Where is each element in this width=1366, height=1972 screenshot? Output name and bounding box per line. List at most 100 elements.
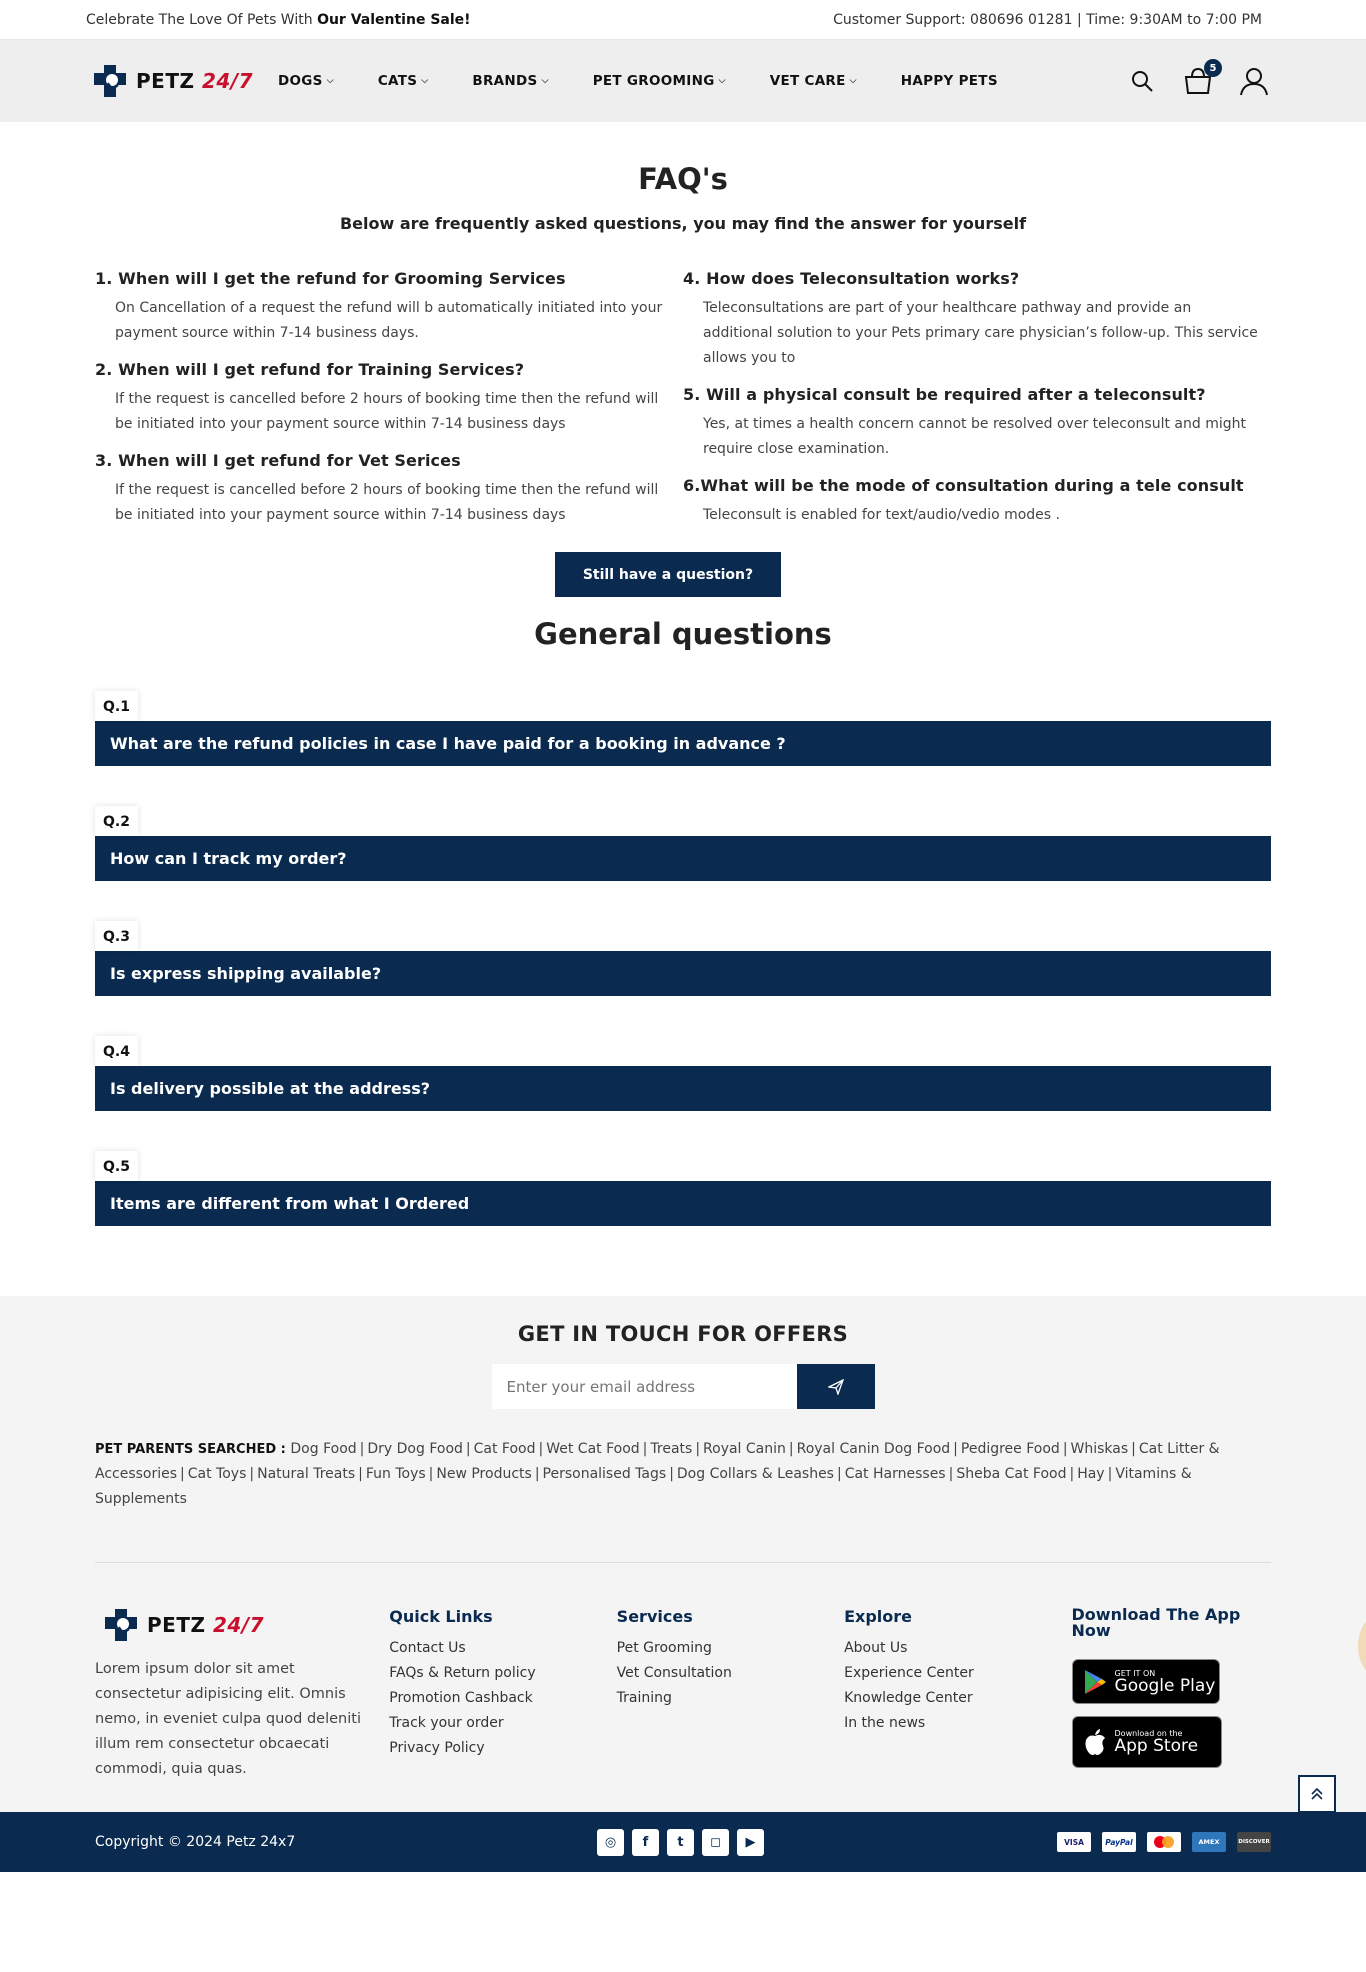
footer-column-title: Services — [616, 1607, 693, 1626]
search-link[interactable]: Cat Harnesses — [845, 1466, 946, 1482]
nav-item-brands[interactable]: BRANDS ⌵ — [472, 73, 548, 89]
question-number: Q.3 — [95, 921, 138, 951]
accordion-header[interactable]: Is delivery possible at the address? — [95, 1066, 1271, 1111]
promo-prefix: Celebrate The Love Of Pets With — [86, 11, 318, 28]
footer-quick-links: Quick Links Contact Us FAQs & Return pol… — [389, 1607, 616, 1782]
logo-accent: 24/7 — [212, 1613, 264, 1637]
faq-question: 6.What will be the mode of consultation … — [683, 476, 1244, 495]
footer-link[interactable]: Experience Center — [844, 1665, 1071, 1681]
faq-column-left: 1. When will I get the refund for Groomi… — [95, 269, 683, 542]
footer-link[interactable]: Pet Grooming — [617, 1640, 844, 1656]
faq-answer: On Cancellation of a request the refund … — [115, 300, 663, 341]
footer-link[interactable]: About Us — [844, 1640, 1071, 1656]
general-questions-title: General questions — [534, 617, 832, 651]
nav-label: VET CARE — [769, 73, 846, 89]
footer-link[interactable]: Track your order — [389, 1715, 616, 1731]
site-header: PETZ 24/7 DOGS ⌵ CATS ⌵ BRANDS ⌵ PET GROOMI… — [0, 40, 1366, 122]
nav-item-cats[interactable]: CATS ⌵ — [378, 73, 429, 89]
promo-text: Celebrate The Love Of Pets With Our Vale… — [86, 12, 471, 28]
search-link[interactable]: Fun Toys — [366, 1466, 426, 1482]
footer-column-title: Quick Links — [389, 1607, 493, 1626]
instagram-icon[interactable]: ◻ — [702, 1828, 729, 1856]
question-number: Q.5 — [95, 1151, 138, 1181]
search-link[interactable]: New Products — [436, 1466, 531, 1482]
search-link[interactable]: Natural Treats — [257, 1466, 355, 1482]
faq-question: 3. When will I get refund for Vet Serice… — [95, 451, 461, 470]
faq-question: 4. How does Teleconsultation works? — [683, 269, 1020, 288]
nav-item-pet-grooming[interactable]: PET GROOMING ⌵ — [593, 73, 726, 89]
main-nav: DOGS ⌵ CATS ⌵ BRANDS ⌵ PET GROOMING ⌵ VET CA… — [278, 73, 1042, 89]
footer-link[interactable]: In the news — [844, 1715, 1071, 1731]
footer-divider — [95, 1562, 1271, 1563]
account-icon[interactable] — [1238, 65, 1270, 97]
faq-answer: If the request is cancelled before 2 hou… — [115, 482, 659, 523]
accordion-header[interactable]: What are the refund policies in case I h… — [95, 721, 1271, 766]
announcement-bar: Celebrate The Love Of Pets With Our Vale… — [0, 0, 1366, 40]
search-link[interactable]: Treats — [650, 1441, 692, 1457]
app-store-button[interactable]: Download on the App Store — [1071, 1716, 1222, 1768]
newsletter-email-input[interactable] — [491, 1364, 797, 1409]
footer-link[interactable]: Contact Us — [389, 1640, 616, 1656]
twitter-icon[interactable]: t — [667, 1828, 694, 1856]
copyright-bar: Copyright © 2024 Petz 24x7 ◎ f t ◻ ▶ VIS… — [0, 1812, 1366, 1872]
search-link[interactable]: Dry Dog Food — [367, 1441, 463, 1457]
footer-logo[interactable]: PETZ 24/7 — [103, 1607, 275, 1643]
promo-highlight: Our Valentine Sale! — [317, 11, 471, 28]
search-link[interactable]: Royal Canin Dog Food — [797, 1441, 951, 1457]
footer-link[interactable]: Knowledge Center — [844, 1690, 1071, 1706]
footer-link[interactable]: Promotion Cashback — [389, 1690, 616, 1706]
search-icon[interactable] — [1126, 65, 1158, 97]
newsletter-submit-button[interactable] — [796, 1364, 875, 1409]
accordion-item: Q.1 What are the refund policies in case… — [95, 691, 1271, 766]
search-link[interactable]: Personalised Tags — [543, 1466, 667, 1482]
logo[interactable]: PETZ 24/7 — [92, 63, 264, 99]
footer-app-download: Download The App Now GET IT ON Google Pla… — [1071, 1605, 1271, 1782]
nav-item-happy-pets[interactable]: HAPPY PETS — [901, 73, 998, 89]
accordion-header[interactable]: Items are different from what I Ordered — [95, 1181, 1271, 1226]
footer-link[interactable]: Training — [617, 1690, 844, 1706]
general-questions-list: Q.1 What are the refund policies in case… — [0, 691, 1366, 1226]
whatsapp-icon[interactable]: ◎ — [597, 1828, 624, 1856]
accordion-item: Q.5 Items are different from what I Orde… — [95, 1151, 1271, 1226]
search-link[interactable]: Wet Cat Food — [546, 1441, 639, 1457]
footer-link[interactable]: Vet Consultation — [617, 1665, 844, 1681]
nav-label: CATS — [377, 73, 418, 89]
send-icon — [827, 1378, 844, 1395]
youtube-icon[interactable]: ▶ — [737, 1828, 764, 1856]
search-link[interactable]: Dog Food — [290, 1441, 356, 1457]
chevron-down-icon: ⌵ — [326, 76, 334, 86]
scroll-to-top-button[interactable] — [1298, 1775, 1336, 1813]
accordion-item: Q.4 Is delivery possible at the address? — [95, 1036, 1271, 1111]
cart-icon[interactable]: 5 — [1182, 59, 1222, 97]
search-link[interactable]: Cat Toys — [188, 1466, 247, 1482]
popular-searches-label: PET PARENTS SEARCHED : — [95, 1442, 291, 1457]
search-link[interactable]: Royal Canin — [703, 1441, 786, 1457]
double-chevron-up-icon — [1311, 1787, 1323, 1800]
nav-item-vet-care[interactable]: VET CARE ⌵ — [770, 73, 857, 89]
search-link[interactable]: Whiskas — [1071, 1441, 1129, 1457]
still-have-question-button[interactable]: Still have a question? — [555, 552, 781, 597]
facebook-icon[interactable]: f — [632, 1828, 659, 1856]
cart-count-badge: 5 — [1204, 59, 1222, 77]
nav-label: HAPPY PETS — [900, 73, 998, 89]
nav-item-dogs[interactable]: DOGS ⌵ — [278, 73, 334, 89]
footer-link[interactable]: Privacy Policy — [389, 1740, 616, 1756]
search-link[interactable]: Hay — [1077, 1466, 1104, 1482]
accordion-header[interactable]: Is express shipping available? — [95, 951, 1271, 996]
search-link[interactable]: Sheba Cat Food — [956, 1466, 1066, 1482]
newsletter-title: GET IN TOUCH FOR OFFERS — [517, 1322, 849, 1346]
search-link[interactable]: Pedigree Food — [961, 1441, 1060, 1457]
chevron-down-icon: ⌵ — [541, 76, 549, 86]
paypal-icon: PayPal — [1102, 1832, 1136, 1852]
search-link[interactable]: Cat Food — [474, 1441, 536, 1457]
search-link[interactable]: Dog Collars & Leashes — [677, 1466, 834, 1482]
amex-icon: AMEX — [1192, 1832, 1226, 1852]
footer-column-title: Download The App Now — [1071, 1605, 1241, 1640]
nav-label: DOGS — [278, 73, 323, 89]
visa-icon: VISA — [1057, 1832, 1091, 1852]
accordion-header[interactable]: How can I track my order? — [95, 836, 1271, 881]
google-play-button[interactable]: GET IT ON Google Play — [1071, 1659, 1220, 1704]
copyright-text: Copyright © 2024 Petz 24x7 — [95, 1834, 296, 1850]
question-number: Q.2 — [95, 806, 138, 836]
footer-link[interactable]: FAQs & Return policy — [389, 1665, 616, 1681]
